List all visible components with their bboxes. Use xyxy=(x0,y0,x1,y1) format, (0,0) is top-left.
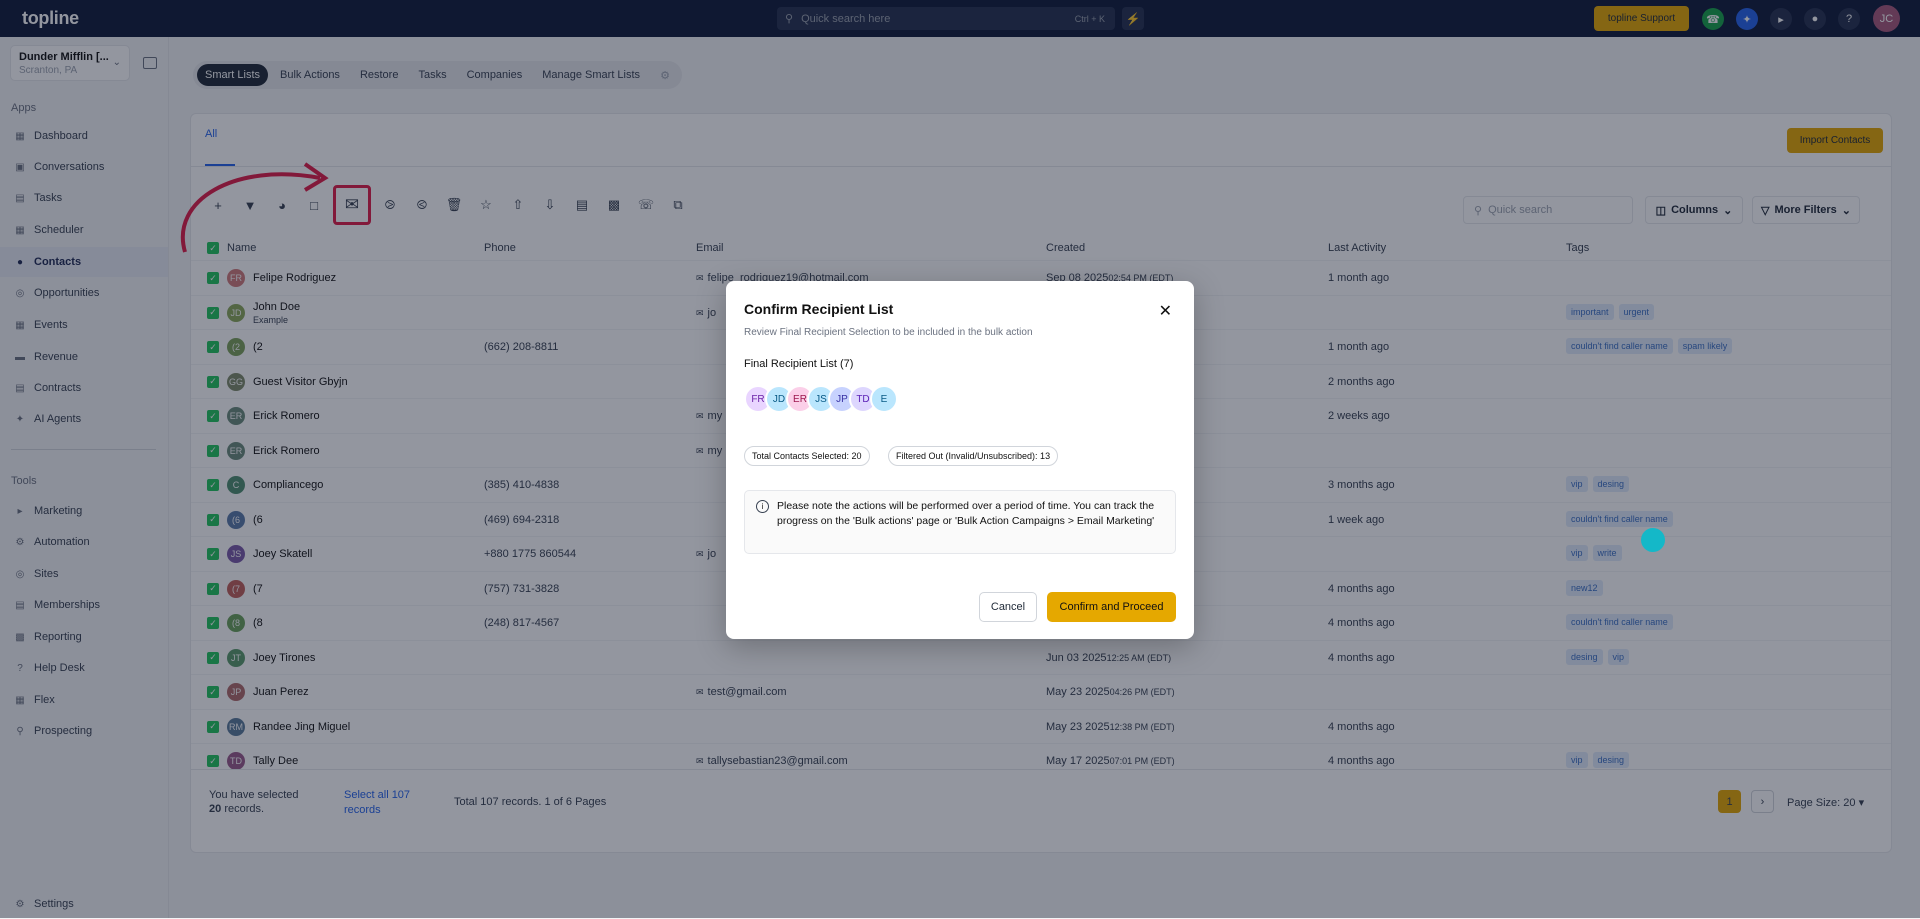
dialog-title: Confirm Recipient List xyxy=(744,301,894,317)
info-note-text: Please note the actions will be performe… xyxy=(777,500,1155,527)
cursor-indicator xyxy=(1641,528,1665,552)
total-selected-badge: Total Contacts Selected: 20 xyxy=(744,446,870,466)
filtered-out-badge: Filtered Out (Invalid/Unsubscribed): 13 xyxy=(888,446,1059,466)
recipient-avatar: E xyxy=(870,385,898,413)
dialog-subtitle: Review Final Recipient Selection to be i… xyxy=(744,327,1033,338)
info-icon: i xyxy=(756,500,769,513)
confirm-recipient-dialog: Confirm Recipient List Review Final Reci… xyxy=(726,281,1194,639)
confirm-and-proceed-button[interactable]: Confirm and Proceed xyxy=(1047,592,1176,622)
final-recipient-label: Final Recipient List (7) xyxy=(744,358,854,370)
close-icon[interactable]: ✕ xyxy=(1159,301,1172,321)
cancel-button[interactable]: Cancel xyxy=(979,592,1037,622)
info-note: i Please note the actions will be perfor… xyxy=(744,490,1176,554)
